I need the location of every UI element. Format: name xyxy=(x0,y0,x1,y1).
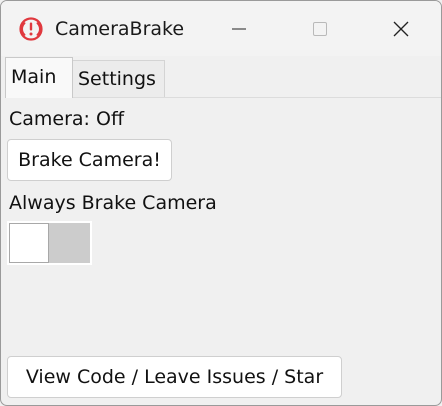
close-button[interactable] xyxy=(376,1,426,56)
maximize-button[interactable] xyxy=(295,1,345,56)
warning-circle-icon xyxy=(19,17,43,41)
toggle-knob xyxy=(9,223,49,263)
title-bar[interactable]: CameraBrake xyxy=(1,1,441,56)
camera-status-label: Camera: Off xyxy=(9,108,125,130)
always-brake-label: Always Brake Camera xyxy=(9,192,217,214)
maximize-icon xyxy=(313,21,327,36)
always-brake-toggle[interactable] xyxy=(7,221,92,265)
close-icon xyxy=(393,21,409,36)
view-code-button[interactable]: View Code / Leave Issues / Star xyxy=(7,356,342,398)
app-window: CameraBrake Main Settings Camera: Off Br… xyxy=(0,0,442,406)
tab-main[interactable]: Main xyxy=(5,57,73,98)
window-title: CameraBrake xyxy=(55,18,185,40)
brake-camera-button[interactable]: Brake Camera! xyxy=(7,139,172,181)
toggle-track xyxy=(49,223,90,263)
tab-divider xyxy=(73,97,441,98)
minimize-icon xyxy=(232,28,246,29)
tab-settings[interactable]: Settings xyxy=(73,60,165,98)
minimize-button[interactable] xyxy=(214,1,264,56)
